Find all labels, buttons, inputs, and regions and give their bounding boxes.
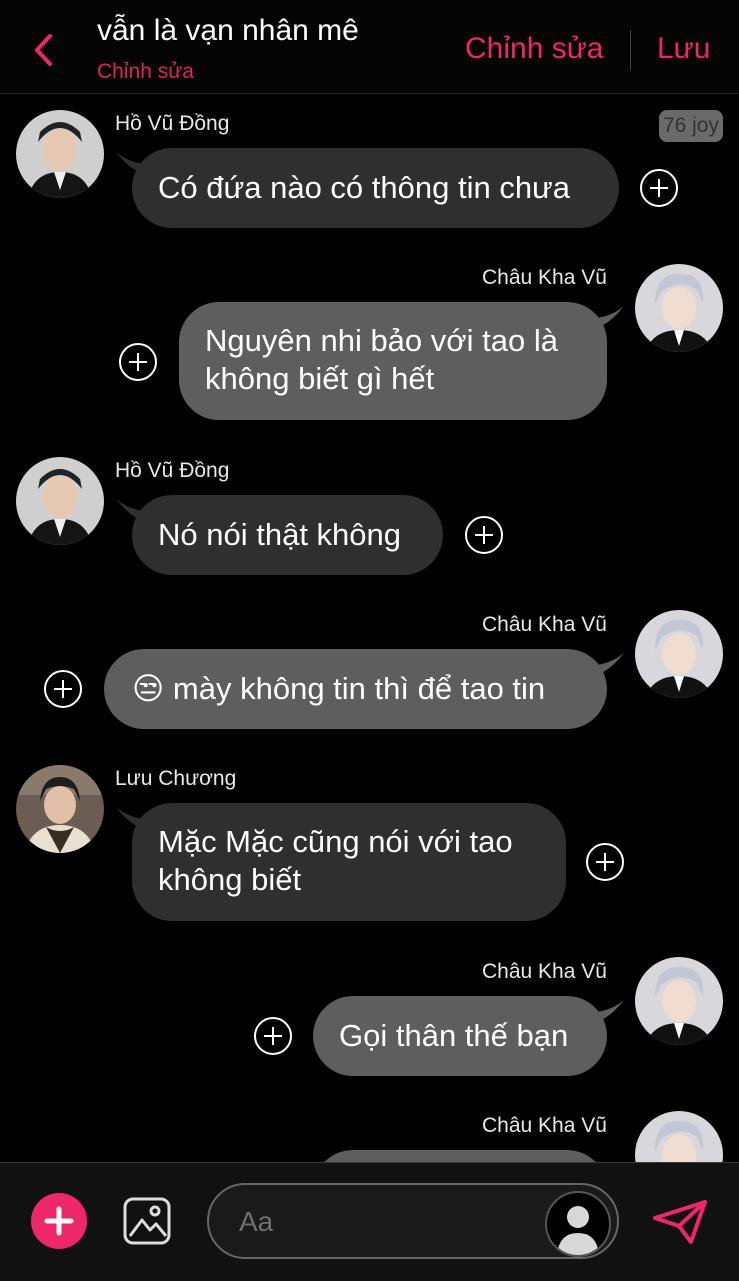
sender-name: Châu Kha Vũ bbox=[482, 266, 607, 289]
add-button[interactable] bbox=[31, 1193, 87, 1249]
message-bubble[interactable]: Có đứa nào có thông tin chưa bbox=[132, 148, 619, 228]
avatar[interactable] bbox=[16, 765, 104, 853]
joy-badge: 76 joy bbox=[658, 110, 723, 142]
edit-button[interactable]: Chỉnh sửa bbox=[465, 32, 604, 66]
add-icon bbox=[44, 1206, 74, 1236]
plus-circle-icon[interactable] bbox=[464, 515, 504, 555]
avatar[interactable] bbox=[635, 264, 723, 352]
composer-bar bbox=[0, 1162, 739, 1281]
avatar[interactable] bbox=[635, 610, 723, 698]
plus-circle-icon[interactable] bbox=[585, 842, 625, 882]
sender-name: Hồ Vũ Đồng bbox=[115, 459, 230, 482]
avatar[interactable] bbox=[635, 1111, 723, 1162]
chat-title: vẫn là vạn nhân mê bbox=[97, 14, 359, 47]
message-input[interactable] bbox=[237, 1199, 541, 1245]
avatar[interactable] bbox=[16, 110, 104, 198]
back-chevron-icon[interactable] bbox=[30, 30, 58, 70]
message-bubble[interactable] bbox=[313, 1150, 607, 1162]
message-input-container bbox=[207, 1183, 619, 1259]
header-divider bbox=[630, 30, 631, 70]
send-icon[interactable] bbox=[651, 1198, 709, 1246]
message-bubble[interactable]: 😒 mày không tin thì để tao tin bbox=[104, 649, 607, 729]
sender-name: Châu Kha Vũ bbox=[482, 1114, 607, 1137]
person-silhouette-icon[interactable] bbox=[545, 1191, 611, 1257]
sender-name: Hồ Vũ Đồng bbox=[115, 112, 230, 135]
sender-name: Châu Kha Vũ bbox=[482, 613, 607, 636]
message-list[interactable]: 76 joy Hồ Vũ Đồng Có đứa nào có thông ti… bbox=[0, 94, 739, 1162]
plus-circle-icon[interactable] bbox=[253, 1016, 293, 1056]
plus-circle-icon[interactable] bbox=[639, 168, 679, 208]
chat-subtitle[interactable]: Chỉnh sửa bbox=[97, 60, 194, 84]
avatar[interactable] bbox=[635, 957, 723, 1045]
sender-name: Châu Kha Vũ bbox=[482, 960, 607, 983]
message-bubble[interactable]: Nó nói thật không bbox=[132, 495, 443, 575]
save-button[interactable]: Lưu bbox=[657, 32, 710, 66]
top-bar: vẫn là vạn nhân mê Chỉnh sửa Chỉnh sửa L… bbox=[0, 0, 739, 94]
message-bubble[interactable]: Mặc Mặc cũng nói với tao không biết bbox=[132, 803, 566, 921]
avatar[interactable] bbox=[16, 457, 104, 545]
sender-name: Lưu Chương bbox=[115, 767, 237, 790]
message-bubble[interactable]: Gọi thân thế bạn bbox=[313, 996, 607, 1076]
plus-circle-icon[interactable] bbox=[43, 669, 83, 709]
plus-circle-icon[interactable] bbox=[118, 342, 158, 382]
message-bubble[interactable]: Nguyên nhi bảo với tao là không biết gì … bbox=[179, 302, 607, 420]
image-icon[interactable] bbox=[122, 1196, 172, 1246]
